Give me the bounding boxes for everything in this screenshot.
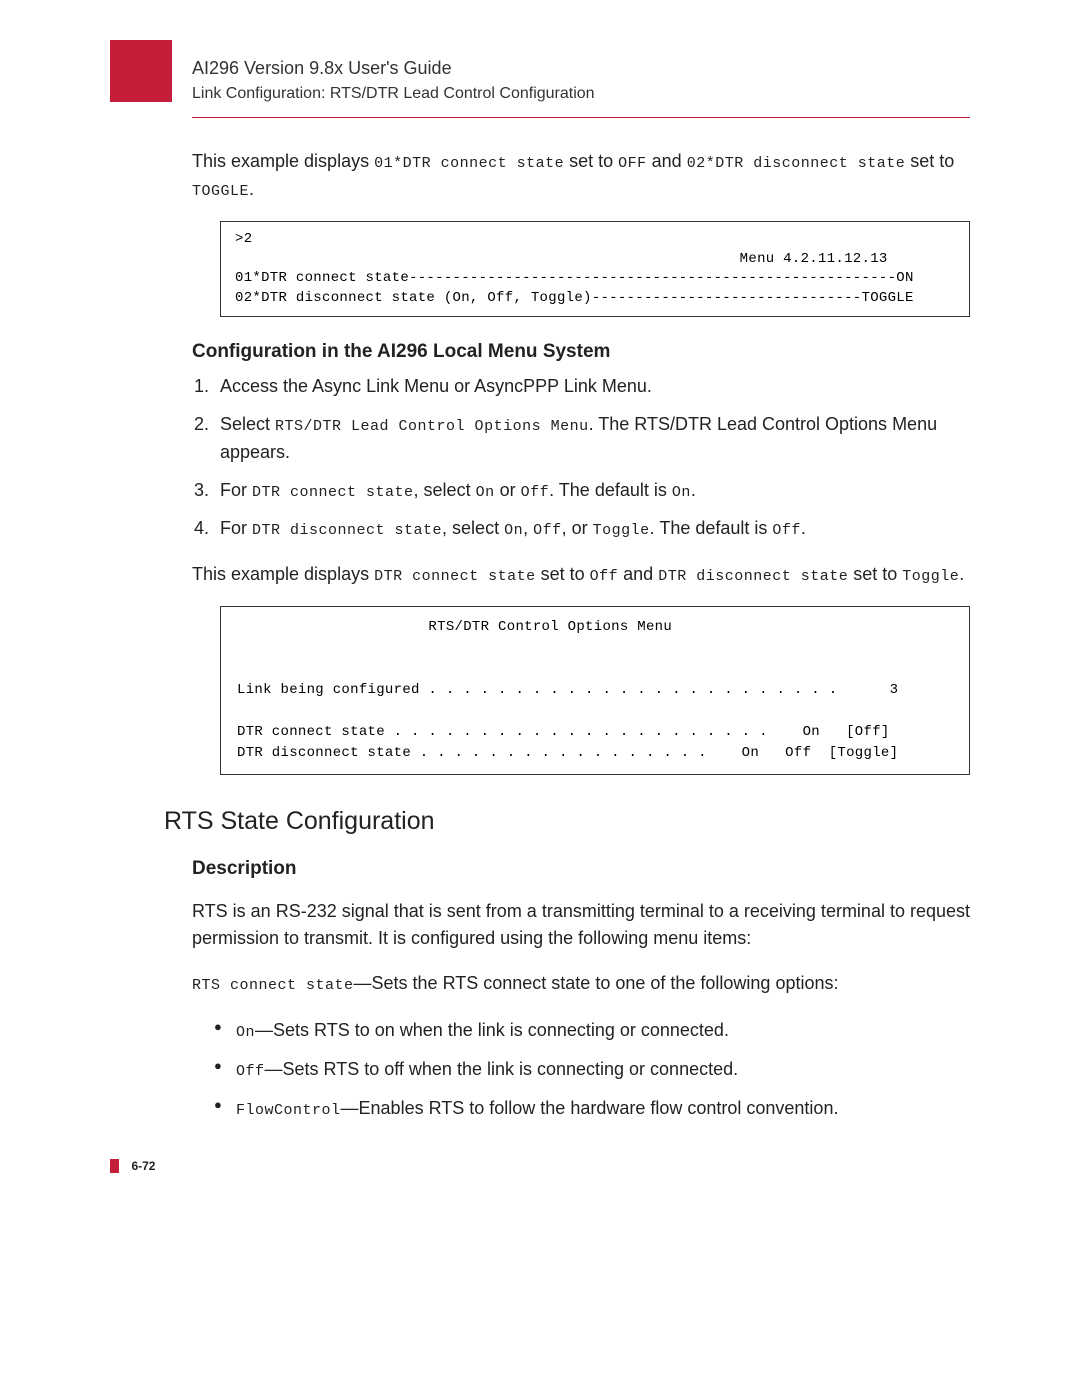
text: set to bbox=[848, 564, 902, 584]
inline-code: DTR disconnect state bbox=[252, 522, 442, 539]
text: , or bbox=[562, 518, 593, 538]
step-3: For DTR connect state, select On or Off.… bbox=[214, 477, 970, 505]
inline-code: On bbox=[504, 522, 523, 539]
inline-code: Off bbox=[590, 568, 619, 585]
inline-code: Off bbox=[521, 484, 550, 501]
inline-code: 01*DTR connect state bbox=[374, 155, 564, 172]
inline-code: Off bbox=[772, 522, 801, 539]
text: For bbox=[220, 480, 252, 500]
inline-code: DTR connect state bbox=[374, 568, 536, 585]
text: and bbox=[618, 564, 658, 584]
subheading-config-local-menu: Configuration in the AI296 Local Menu Sy… bbox=[192, 341, 970, 363]
options-list: On—Sets RTS to on when the link is conne… bbox=[192, 1016, 970, 1123]
text: , select bbox=[414, 480, 476, 500]
rts-connect-state-intro: RTS connect state—Sets the RTS connect s… bbox=[192, 970, 970, 998]
doc-title: AI296 Version 9.8x User's Guide bbox=[192, 58, 970, 79]
inline-code: FlowControl bbox=[236, 1102, 341, 1119]
inline-code: On bbox=[672, 484, 691, 501]
step-1: Access the Async Link Menu or AsyncPPP L… bbox=[214, 373, 970, 401]
inline-code: Toggle bbox=[902, 568, 959, 585]
option-flowcontrol: FlowControl—Enables RTS to follow the ha… bbox=[214, 1094, 970, 1123]
step-4: For DTR disconnect state, select On, Off… bbox=[214, 515, 970, 543]
inline-code: RTS/DTR Lead Control Options Menu bbox=[275, 418, 589, 435]
text: For bbox=[220, 518, 252, 538]
inline-code: 02*DTR disconnect state bbox=[687, 155, 906, 172]
text: . bbox=[801, 518, 806, 538]
text: , select bbox=[442, 518, 504, 538]
breadcrumb: Link Configuration: RTS/DTR Lead Control… bbox=[192, 85, 970, 103]
option-off: Off—Sets RTS to off when the link is con… bbox=[214, 1055, 970, 1084]
text: . bbox=[691, 480, 696, 500]
text: . The default is bbox=[549, 480, 672, 500]
option-on: On—Sets RTS to on when the link is conne… bbox=[214, 1016, 970, 1045]
text: . bbox=[959, 564, 964, 584]
inline-code: On bbox=[236, 1024, 255, 1041]
text: Select bbox=[220, 414, 275, 434]
subheading-description: Description bbox=[192, 858, 970, 880]
inline-code: DTR disconnect state bbox=[658, 568, 848, 585]
text: This example displays bbox=[192, 564, 374, 584]
text: . bbox=[249, 179, 254, 199]
page-red-tab bbox=[110, 1159, 119, 1173]
example-2-paragraph: This example displays DTR connect state … bbox=[192, 561, 970, 589]
inline-code: Off bbox=[236, 1063, 265, 1080]
text: —Sets the RTS connect state to one of th… bbox=[354, 973, 839, 993]
text: —Enables RTS to follow the hardware flow… bbox=[341, 1098, 839, 1118]
steps-list: Access the Async Link Menu or AsyncPPP L… bbox=[192, 373, 970, 542]
text: set to bbox=[564, 151, 618, 171]
page-number-area: 6-72 bbox=[110, 1157, 155, 1175]
text: , bbox=[523, 518, 533, 538]
menu-output-box-2: RTS/DTR Control Options Menu Link being … bbox=[220, 606, 970, 775]
page-content: This example displays 01*DTR connect sta… bbox=[192, 148, 970, 1123]
inline-code: OFF bbox=[618, 155, 647, 172]
menu-output-box-1: >2 Menu 4.2.11.12.13 01*DTR connect stat… bbox=[220, 221, 970, 317]
text: and bbox=[647, 151, 687, 171]
text: . The default is bbox=[650, 518, 773, 538]
intro-paragraph: This example displays 01*DTR connect sta… bbox=[192, 148, 970, 203]
text: or bbox=[495, 480, 521, 500]
page-header: AI296 Version 9.8x User's Guide Link Con… bbox=[192, 58, 970, 118]
inline-code: TOGGLE bbox=[192, 183, 249, 200]
inline-code: On bbox=[476, 484, 495, 501]
text: —Sets RTS to off when the link is connec… bbox=[265, 1059, 739, 1079]
text: This example displays bbox=[192, 151, 374, 171]
section-heading-rts-state: RTS State Configuration bbox=[164, 807, 970, 836]
inline-code: RTS connect state bbox=[192, 977, 354, 994]
description-paragraph: RTS is an RS-232 signal that is sent fro… bbox=[192, 898, 970, 952]
text: set to bbox=[905, 151, 954, 171]
inline-code: Off bbox=[533, 522, 562, 539]
page-number: 6-72 bbox=[131, 1159, 155, 1173]
text: —Sets RTS to on when the link is connect… bbox=[255, 1020, 729, 1040]
inline-code: DTR connect state bbox=[252, 484, 414, 501]
step-2: Select RTS/DTR Lead Control Options Menu… bbox=[214, 411, 970, 467]
text: set to bbox=[536, 564, 590, 584]
inline-code: Toggle bbox=[593, 522, 650, 539]
header-red-square bbox=[110, 40, 172, 102]
